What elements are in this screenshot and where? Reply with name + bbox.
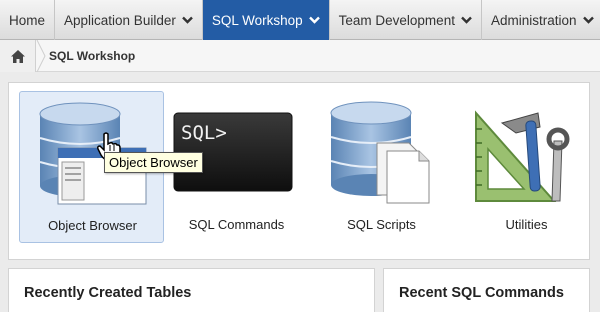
card-title: Recently Created Tables [24,285,192,301]
main-content: Object Browser SQL> SQL Commands SQL Scr… [0,72,600,312]
chevron-down-icon[interactable] [181,16,193,24]
top-navigation: Home Application Builder SQL Workshop Te… [0,0,600,40]
tile-label: Object Browser [48,218,137,233]
card-title: Recent SQL Commands [399,285,564,301]
chevron-down-icon[interactable] [461,16,472,24]
tile-label: Utilities [505,217,548,232]
chevron-down-icon[interactable] [582,16,594,24]
tab-administration[interactable]: Administration [482,0,600,40]
tab-label: SQL Workshop [211,12,303,28]
card-recently-created-tables: Recently Created Tables [8,268,375,312]
tab-label: Application Builder [64,12,176,28]
tab-home[interactable]: Home [0,0,56,40]
tab-label: Team Development [338,12,455,28]
home-icon[interactable] [0,40,36,72]
tab-team-development[interactable]: Team Development [330,0,482,40]
breadcrumb: SQL Workshop [0,40,600,72]
utilities-icon [475,110,570,202]
tile-label: SQL Commands [188,217,285,232]
tooltip: Object Browser [104,152,203,173]
sql-scripts-icon [330,101,430,204]
card-recent-sql-commands: Recent SQL Commands [383,268,590,312]
tools-panel: Object Browser SQL> SQL Commands SQL Scr… [8,82,590,260]
tab-label: Home [9,12,46,28]
tab-application-builder[interactable]: Application Builder [55,0,203,40]
tile-sql-scripts[interactable]: SQL Scripts [309,91,454,243]
tab-label: Administration [490,12,577,28]
chevron-down-icon[interactable] [308,16,320,24]
tile-label: SQL Scripts [347,217,416,232]
tile-utilities[interactable]: Utilities [454,91,599,243]
breadcrumb-current: SQL Workshop [49,49,136,63]
tab-sql-workshop[interactable]: SQL Workshop [202,0,330,40]
breadcrumb-separator [36,40,46,72]
svg-text:SQL>: SQL> [181,122,227,144]
